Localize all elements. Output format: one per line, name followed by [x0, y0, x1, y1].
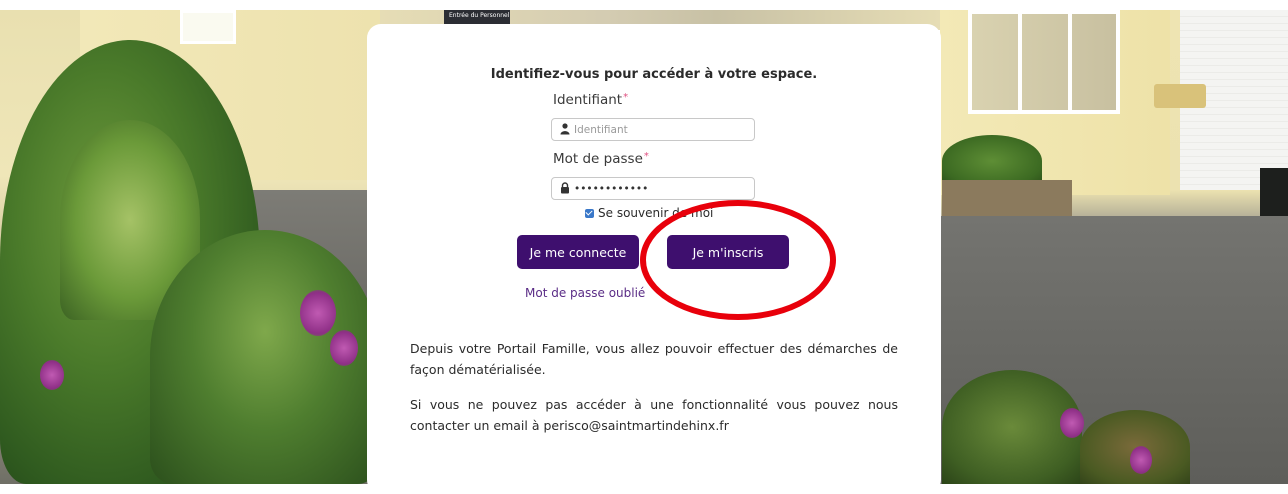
top-strip	[0, 0, 1288, 10]
mailbox	[1154, 84, 1206, 108]
login-heading: Identifiez-vous pour accéder à votre esp…	[490, 67, 818, 82]
remember-me[interactable]: Se souvenir de moi	[585, 206, 713, 220]
flower	[330, 330, 358, 366]
user-icon	[560, 123, 570, 135]
entrance-sign-text: Entrée du Personnel	[449, 12, 510, 19]
password-label: Mot de passe*	[553, 151, 649, 167]
username-input[interactable]	[574, 120, 750, 139]
window-right	[968, 10, 1120, 114]
required-mark: *	[623, 92, 629, 103]
password-input[interactable]	[574, 179, 750, 198]
username-label-text: Identifiant	[553, 92, 623, 108]
password-field[interactable]	[551, 177, 755, 200]
password-label-text: Mot de passe	[553, 151, 643, 167]
lock-icon	[561, 182, 569, 194]
info-paragraph-portal: Depuis votre Portail Famille, vous allez…	[410, 341, 898, 377]
flower	[1060, 408, 1084, 438]
forgot-password-link[interactable]: Mot de passe oublié	[525, 286, 645, 300]
planter	[942, 180, 1072, 216]
username-field[interactable]	[551, 118, 755, 141]
login-button[interactable]: Je me connecte	[517, 235, 639, 269]
flower	[1130, 446, 1152, 474]
flower	[300, 290, 336, 336]
flower	[40, 360, 64, 390]
required-mark: *	[643, 151, 649, 162]
bin	[1260, 168, 1288, 220]
remember-label: Se souvenir de moi	[598, 206, 714, 220]
username-label: Identifiant*	[553, 92, 628, 108]
window-left	[180, 10, 236, 44]
login-card: Identifiez-vous pour accéder à votre esp…	[367, 24, 941, 494]
remember-checkbox[interactable]	[585, 208, 594, 218]
signup-button[interactable]: Je m'inscris	[667, 235, 789, 269]
info-paragraph-contact: Si vous ne pouvez pas accéder à une fonc…	[410, 397, 898, 433]
